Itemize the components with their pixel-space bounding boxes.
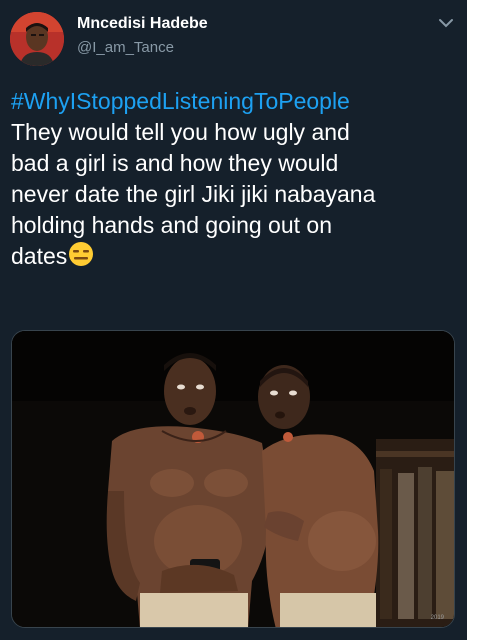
avatar[interactable] — [10, 12, 64, 66]
display-name[interactable]: Mncedisi Hadebe — [77, 15, 208, 33]
tweet-screen: Mncedisi Hadebe @I_am_Tance #WhyIStopped… — [0, 0, 481, 640]
tweet-text-line: never date the girl Jiki jiki nabayana — [11, 181, 376, 207]
hashtag-link[interactable]: #WhyIStoppedListeningToPeople — [11, 86, 461, 117]
user-handle[interactable]: @I_am_Tance — [77, 39, 174, 56]
tweet-text-word: dates — [11, 243, 68, 269]
tweet-photo[interactable]: 2019 — [11, 330, 455, 628]
tweet-text-line: They would tell you how ugly and — [11, 119, 350, 145]
tweet-text-line: holding hands and going out on — [11, 212, 333, 238]
tweet-text-line: bad a girl is and how they would — [11, 150, 339, 176]
photo-watermark: 2019 — [430, 615, 444, 621]
expressionless-face-icon — [69, 242, 94, 266]
tweet-text: #WhyIStoppedListeningToPeople They would… — [11, 86, 461, 272]
edge-strip — [467, 0, 481, 640]
chevron-down-icon[interactable] — [437, 16, 455, 30]
tweet-header: Mncedisi Hadebe @I_am_Tance — [0, 0, 467, 80]
photo-scene — [12, 331, 454, 627]
tweet-text-line-last: dates — [11, 241, 461, 272]
